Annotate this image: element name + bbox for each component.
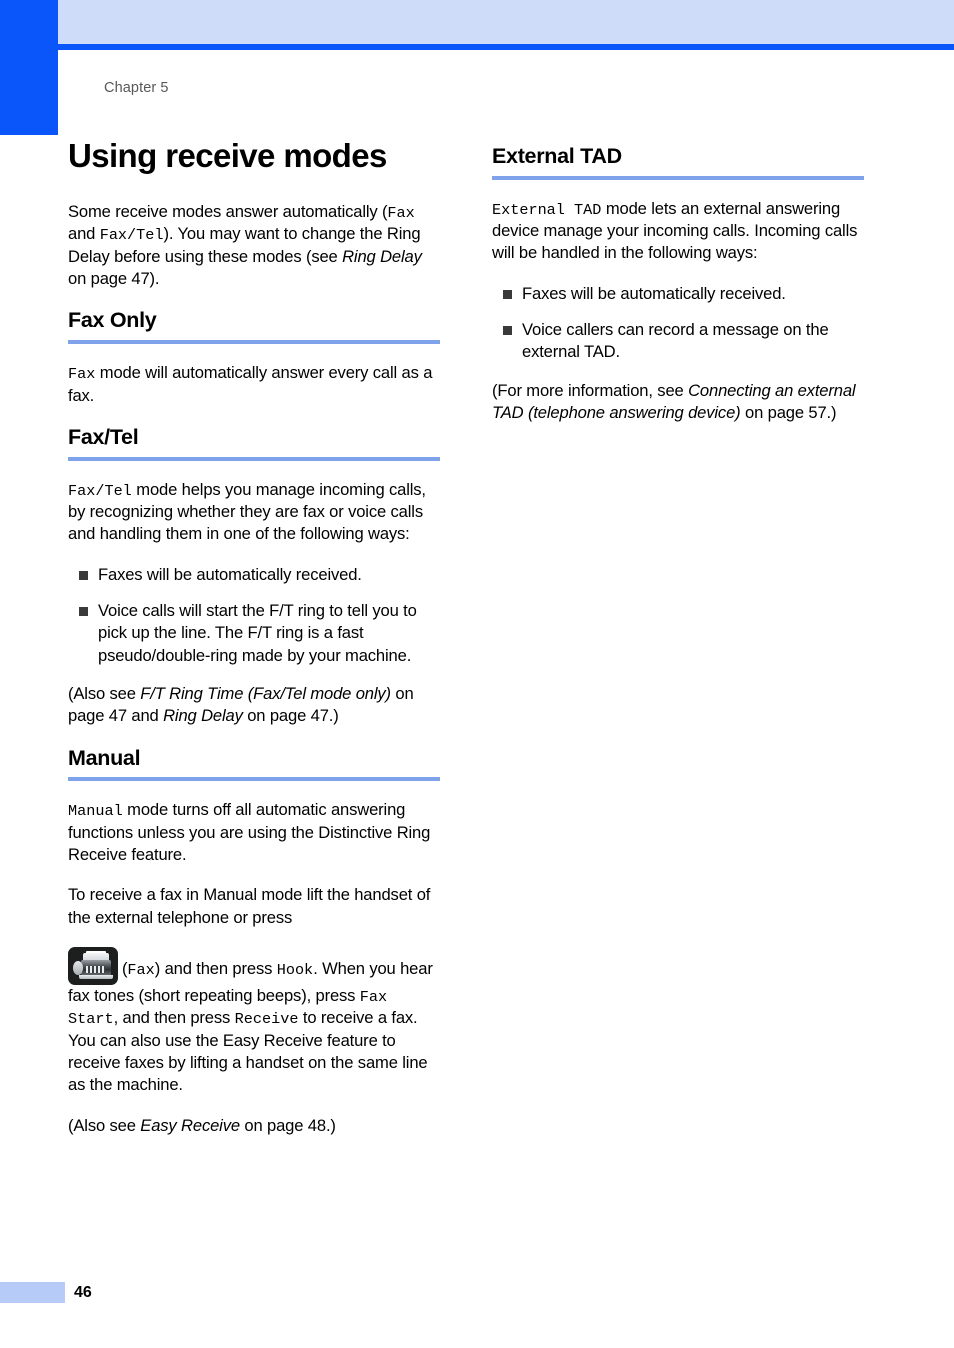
external-tad-mono: External TAD [492,200,602,219]
heading-rule-fax-tel [68,456,440,461]
header-band [58,0,954,44]
page-number: 46 [74,1284,92,1301]
manual-mono: Manual [68,802,123,821]
fax-tel-note-a: (Also see [68,683,141,703]
external-tad-bullet-list: Faxes will be automatically received. Vo… [492,283,864,364]
heading-rule-fax-only [68,340,440,345]
manual-mono-fax: Fax [127,960,155,979]
manual-note: (Also see Easy Receive on page 48.) [68,1115,440,1137]
fax-only-mono: Fax [68,365,96,384]
section-heading-fax-only: Fax Only [68,308,157,333]
intro-mono-fax: Fax [387,203,415,222]
manual-paragraph-3: (Fax) and then press Hook. When you hear… [68,946,440,1097]
manual-text-3d: , and then press [113,1008,235,1028]
list-item-label: Voice calls will start the F/T ring to t… [98,601,417,665]
fax-tel-note-italic-ft-ring-time: F/T Ring Time (Fax/Tel mode only) [140,683,391,703]
page-spine-bar [0,0,58,135]
fax-tel-note-c: on page 47.) [242,706,339,726]
fax-tel-note-italic-ring-delay: Ring Delay [163,706,243,726]
intro-italic-ringdelay: Ring Delay [342,246,422,266]
external-tad-note-a: (For more information, see [492,380,689,400]
list-item: Voice callers can record a message on th… [492,319,864,364]
manual-text-1: mode turns off all automatic answering f… [68,800,431,865]
fax-tel-note: (Also see F/T Ring Time (Fax/Tel mode on… [68,683,440,728]
manual-text-3b: ) and then press [154,958,277,978]
fax-tel-bullet-list: Faxes will be automatically received. Vo… [68,564,440,667]
fax-key-icon [68,946,118,985]
list-item: Faxes will be automatically received. [68,564,440,586]
manual-mono-receive: Receive [234,1010,299,1029]
manual-paragraph-2: To receive a fax in Manual mode lift the… [68,885,431,927]
external-tad-paragraph: External TAD mode lets an external answe… [492,198,864,265]
intro-text-b: and [68,224,100,244]
page-title: Using receive modes [68,137,387,174]
section-heading-external-tad: External TAD [492,144,622,168]
manual-paragraph-1: Manual mode turns off all automatic answ… [68,799,440,866]
list-item-label: Faxes will be automatically received. [98,564,362,584]
fax-tel-mono: Fax/Tel [68,481,132,500]
list-item-label: Faxes will be automatically received. [522,283,786,303]
manual-note-a: (Also see [68,1115,141,1135]
manual-note-b: on page 48.) [239,1115,336,1135]
footer-accent-block [0,1282,65,1303]
chapter-label: Chapter 5 [104,80,169,96]
manual-note-italic-easy-receive: Easy Receive [140,1115,240,1135]
header-rule [58,44,954,50]
left-column: Using receive modes Some receive modes a… [68,137,440,1137]
fax-only-text: mode will automatically answer every cal… [68,363,433,405]
bullet-square-icon [79,607,88,617]
external-tad-note-b: on page 57.) [740,403,837,423]
bullet-square-icon [503,326,512,336]
intro-text-d: on page 47). [68,269,160,289]
section-heading-manual: Manual [68,745,141,770]
section-heading-fax-tel: Fax/Tel [68,424,139,449]
heading-rule-manual [68,777,440,782]
list-item: Faxes will be automatically received. [492,283,864,305]
list-item-label: Voice callers can record a message on th… [522,320,829,362]
bullet-square-icon [79,570,88,580]
intro-paragraph: Some receive modes answer automatically … [68,201,440,291]
external-tad-note: (For more information, see Connecting an… [492,380,864,425]
right-column: External TAD External TAD mode lets an e… [492,138,864,424]
intro-text-a: Some receive modes answer automatically … [68,201,388,221]
fax-only-paragraph: Fax mode will automatically answer every… [68,362,440,407]
list-item: Voice calls will start the F/T ring to t… [68,600,440,667]
fax-tel-paragraph: Fax/Tel mode helps you manage incoming c… [68,479,440,546]
manual-mono-hook: Hook [276,960,314,979]
intro-mono-faxtel: Fax/Tel [99,226,164,245]
bullet-square-icon [503,289,512,299]
heading-rule-external-tad [492,175,864,180]
